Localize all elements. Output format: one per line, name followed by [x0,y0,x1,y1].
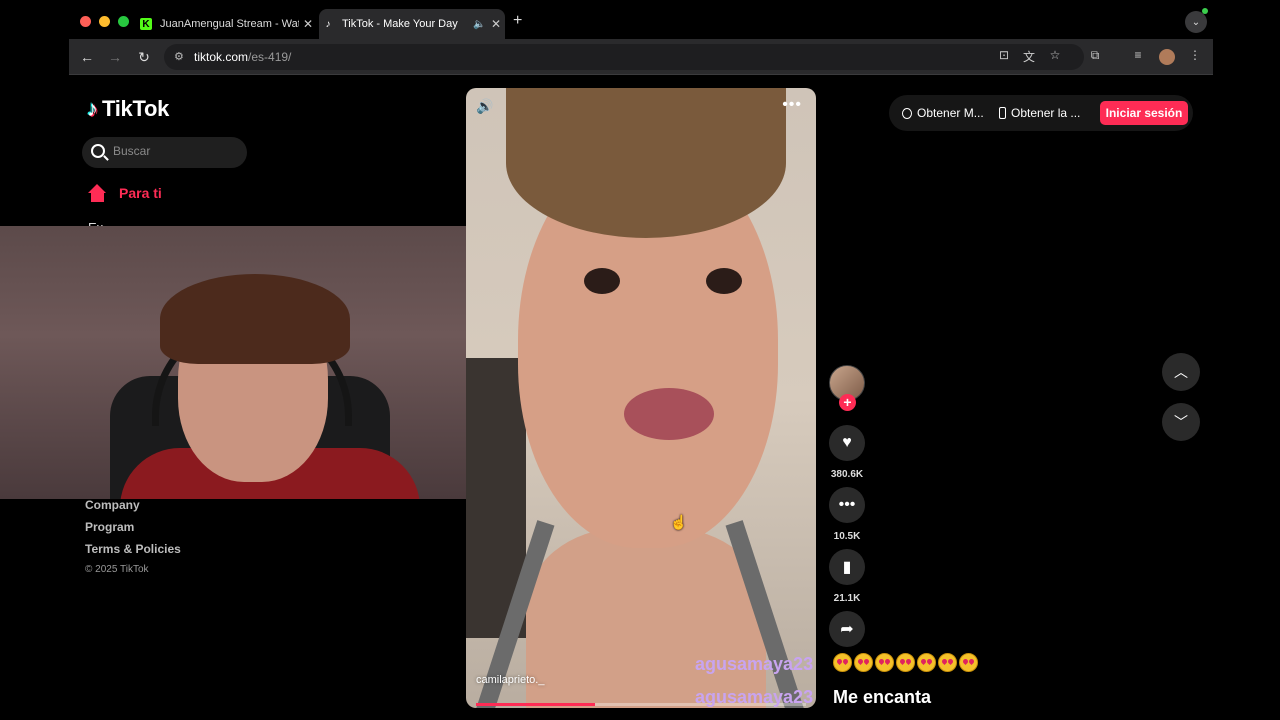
chat-message: agusamaya23 Me encanta [695,681,980,714]
volume-icon[interactable]: 🔊 [476,98,493,115]
computer-icon [902,107,912,119]
tab-title: JuanAmengual Stream - Watc [160,18,299,30]
minimize-window-button[interactable] [99,16,110,27]
get-pc-app-button[interactable]: Obtener M... [902,106,984,120]
login-button[interactable]: Iniciar sesión [1100,101,1188,125]
forward-button[interactable]: → [105,47,125,67]
share-action[interactable]: ➦ [829,611,865,647]
install-app-icon[interactable]: ⊡ [996,48,1012,62]
heart-eyes-emoji-icon [938,652,957,672]
close-tab-icon[interactable]: ✕ [299,17,317,31]
heart-eyes-emoji-icon [959,652,978,672]
search-icon [91,144,105,158]
heart-eyes-emoji-icon [833,652,852,672]
video-author[interactable]: camilaprieto._ [476,674,544,686]
maximize-window-button[interactable] [118,16,129,27]
browser-toolbar: ← → ↻ ⚙ tiktok.com/es-419/ ⊡ 文 ☆ ⧉ ≡ ⋮ [69,39,1213,75]
tab-kick-stream[interactable]: K JuanAmengual Stream - Watc ✕ [137,9,317,39]
share-icon[interactable]: ➦ [829,611,865,647]
more-options-icon[interactable]: ••• [782,96,802,114]
translate-icon[interactable]: 文 [1021,48,1037,65]
tab-search-button[interactable]: ⌄ [1185,8,1208,33]
heart-eyes-emoji-icon [917,652,936,672]
url-text: tiktok.com/es-419/ [194,50,292,64]
back-button[interactable]: ← [77,47,97,67]
like-action[interactable]: ♥ 380.6K [829,425,865,480]
chat-emoji-message [833,652,980,677]
heart-icon[interactable]: ♥ [829,425,865,461]
bookmark-icon[interactable]: ▮ [829,549,865,585]
close-tab-icon[interactable]: ✕ [487,17,505,31]
chat-message: agusamaya23 [695,648,980,681]
chat-username: agusamaya23 [695,654,814,674]
sidebar-item-for-you[interactable]: Para ti [88,184,162,202]
like-count: 380.6K [830,469,864,480]
chevron-down-icon: ﹀ [1174,414,1188,430]
menu-icon[interactable]: ⋮ [1187,48,1203,62]
address-bar[interactable]: ⚙ tiktok.com/es-419/ [164,44,1084,70]
heart-eyes-emoji-icon [854,652,873,672]
video-subject-eye [706,268,742,294]
streamer-hair [160,274,350,364]
video-player[interactable]: 🔊 ••• camilaprieto._ [466,88,816,708]
save-count: 21.1K [833,593,861,604]
chat-text: Me encanta [833,687,932,707]
search-box[interactable] [82,137,247,168]
get-mobile-app-label: Obtener la ... [1011,106,1081,120]
tiktok-logo[interactable]: ♪ TikTok [87,96,169,122]
chat-username: agusamaya23 [695,687,814,707]
bookmark-star-icon[interactable]: ☆ [1047,48,1063,62]
browser-tab-bar: K JuanAmengual Stream - Watc ✕ ♪ TikTok … [69,0,1213,39]
phone-icon [999,107,1006,119]
mouse-cursor-icon: ☝ [670,514,688,530]
copyright: © 2025 TikTok [85,564,149,575]
media-controls-icon[interactable]: ≡ [1130,48,1146,62]
sidebar-item-label: Para ti [119,185,162,201]
comment-icon[interactable]: ••• [829,487,865,523]
tiktok-favicon-icon: ♪ [325,18,331,30]
save-action[interactable]: ▮ 21.1K [829,549,865,604]
kick-favicon-icon: K [140,18,152,30]
follow-plus-icon[interactable]: + [839,394,856,411]
search-input[interactable] [113,144,238,158]
footer-link-terms[interactable]: Terms & Policies [85,542,181,556]
heart-eyes-emoji-icon [875,652,894,672]
comment-action[interactable]: ••• 10.5K [829,487,865,542]
footer-link-company[interactable]: Company [85,498,181,512]
close-window-button[interactable] [80,16,91,27]
video-subject-eye [584,268,620,294]
speaker-icon[interactable]: 🔈 [473,19,487,30]
sidebar-footer: Company Program Terms & Policies © 2025 … [85,498,181,583]
webcam-overlay [0,226,485,499]
site-info-icon[interactable]: ⚙ [174,50,184,63]
window-controls [80,16,129,27]
new-tab-button[interactable]: + [513,12,522,30]
footer-link-program[interactable]: Program [85,520,181,534]
profile-avatar[interactable] [1159,49,1175,65]
comment-count: 10.5K [833,531,861,542]
home-icon [88,184,107,202]
brand-name: TikTok [102,96,170,121]
extensions-icon[interactable]: ⧉ [1087,48,1103,63]
tab-title: TikTok - Make Your Day [342,18,458,30]
video-subject-mouth [624,388,714,440]
heart-eyes-emoji-icon [896,652,915,672]
previous-video-button[interactable]: ︿ [1162,353,1200,391]
tab-tiktok[interactable]: ♪ TikTok - Make Your Day 🔈 ✕ [319,9,505,39]
get-pc-app-label: Obtener M... [917,106,984,120]
status-dot [1202,8,1208,14]
video-subject-hair [506,88,786,238]
reload-button[interactable]: ↻ [134,47,154,67]
stream-chat-overlay: agusamaya23 agusamaya23 Me encanta [695,648,980,714]
chevron-up-icon: ︿ [1174,364,1188,380]
tiktok-note-icon: ♪ [87,96,98,121]
next-video-button[interactable]: ﹀ [1162,403,1200,441]
get-mobile-app-button[interactable]: Obtener la ... [999,106,1080,120]
video-progress-fill [476,703,595,706]
